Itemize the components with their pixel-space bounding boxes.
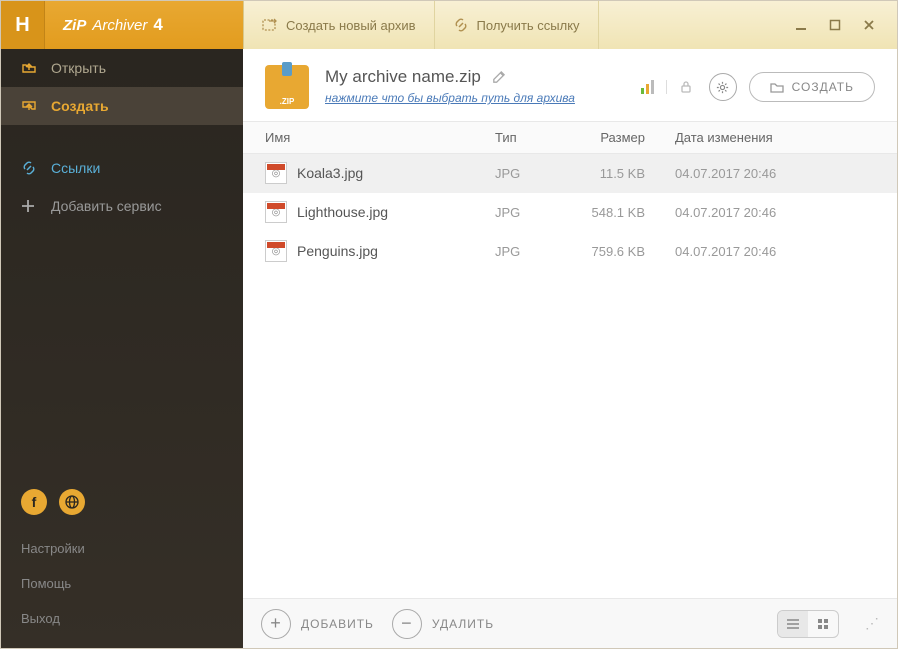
folder-icon <box>770 81 784 93</box>
logo-h-icon: H <box>1 1 45 49</box>
archive-info: My archive name.zip нажмите что бы выбра… <box>325 67 625 107</box>
file-name: Koala3.jpg <box>297 165 363 181</box>
sidebar-exit[interactable]: Выход <box>1 601 243 636</box>
link-icon <box>453 17 469 33</box>
sidebar-add-service-label: Добавить сервис <box>51 198 162 214</box>
sidebar-create-label: Создать <box>51 98 109 114</box>
sidebar-item-add-service[interactable]: Добавить сервис <box>1 187 243 225</box>
social-row: f <box>1 473 243 531</box>
bottom-toolbar: + ДОБАВИТЬ − УДАЛИТЬ ⋰ <box>243 598 897 648</box>
body: Открыть Создать Ссылки Добавить сервис f… <box>1 49 897 648</box>
add-files-button[interactable]: + ДОБАВИТЬ <box>261 609 374 639</box>
sidebar-links-label: Ссылки <box>51 160 100 176</box>
create-new-archive-button[interactable]: Создать новый архив <box>244 1 435 49</box>
file-type: JPG <box>495 166 565 181</box>
remove-label: УДАЛИТЬ <box>432 617 494 631</box>
col-header-type[interactable]: Тип <box>495 130 565 145</box>
file-row[interactable]: Penguins.jpg JPG759.6 KB04.07.2017 20:46 <box>243 232 897 271</box>
settings-gear-button[interactable] <box>709 73 737 101</box>
archive-path-link[interactable]: нажмите что бы выбрать путь для архива <box>325 91 575 105</box>
header-tools: СОЗДАТЬ <box>641 72 875 102</box>
list-view-button[interactable] <box>778 611 808 637</box>
col-header-name[interactable]: Имя <box>265 130 495 145</box>
logo-zip: ZiP <box>63 17 86 34</box>
add-label: ДОБАВИТЬ <box>301 617 374 631</box>
compression-level-icon[interactable] <box>641 80 654 94</box>
maximize-button[interactable] <box>825 15 845 35</box>
sidebar-item-links[interactable]: Ссылки <box>1 149 243 187</box>
file-list: Koala3.jpgJPG11.5 KB04.07.2017 20:46Ligh… <box>243 154 897 598</box>
plus-circle-icon: + <box>261 609 291 639</box>
web-icon[interactable] <box>59 489 85 515</box>
get-link-label: Получить ссылку <box>477 18 580 33</box>
zip-file-icon: .ZIP <box>265 65 309 109</box>
facebook-icon[interactable]: f <box>21 489 47 515</box>
file-date: 04.07.2017 20:46 <box>655 244 815 259</box>
remove-files-button[interactable]: − УДАЛИТЬ <box>392 609 494 639</box>
file-date: 04.07.2017 20:46 <box>655 205 815 220</box>
main-panel: .ZIP My archive name.zip нажмите что бы … <box>243 49 897 648</box>
close-button[interactable] <box>859 15 879 35</box>
logo-version: 4 <box>153 15 162 35</box>
new-archive-icon <box>262 17 278 33</box>
title-bar: H ZiP Archiver 4 Создать новый архив Пол… <box>1 1 897 49</box>
app-window: H ZiP Archiver 4 Создать новый архив Пол… <box>0 0 898 649</box>
file-name: Lighthouse.jpg <box>297 204 388 220</box>
create-button-label: СОЗДАТЬ <box>792 80 854 94</box>
app-title: ZiP Archiver 4 <box>45 15 163 35</box>
edit-name-icon[interactable] <box>491 70 506 85</box>
sidebar: Открыть Создать Ссылки Добавить сервис f… <box>1 49 243 648</box>
sidebar-item-open[interactable]: Открыть <box>1 49 243 87</box>
jpg-file-icon <box>265 201 287 223</box>
columns-header: Имя Тип Размер Дата изменения <box>243 121 897 154</box>
resize-grip[interactable]: ⋰ <box>857 615 879 632</box>
file-size: 11.5 KB <box>565 166 655 181</box>
sidebar-item-create[interactable]: Создать <box>1 87 243 125</box>
title-bar-logo-area: H ZiP Archiver 4 <box>1 1 243 49</box>
logo-archiver: Archiver <box>92 17 147 34</box>
file-name: Penguins.jpg <box>297 243 378 259</box>
jpg-file-icon <box>265 240 287 262</box>
file-type: JPG <box>495 244 565 259</box>
archive-name: My archive name.zip <box>325 67 481 87</box>
minimize-button[interactable] <box>791 15 811 35</box>
col-header-size[interactable]: Размер <box>565 130 655 145</box>
open-icon <box>21 60 37 76</box>
create-new-archive-label: Создать новый архив <box>286 18 416 33</box>
file-date: 04.07.2017 20:46 <box>655 166 815 181</box>
links-icon <box>21 160 37 176</box>
file-row[interactable]: Koala3.jpg JPG11.5 KB04.07.2017 20:46 <box>243 154 897 193</box>
archive-header: .ZIP My archive name.zip нажмите что бы … <box>243 49 897 121</box>
window-controls <box>791 15 897 35</box>
file-row[interactable]: Lighthouse.jpg JPG548.1 KB04.07.2017 20:4… <box>243 193 897 232</box>
file-size: 548.1 KB <box>565 205 655 220</box>
lock-icon[interactable] <box>666 80 697 94</box>
title-bar-actions: Создать новый архив Получить ссылку <box>243 1 897 49</box>
create-archive-button[interactable]: СОЗДАТЬ <box>749 72 875 102</box>
grid-view-button[interactable] <box>808 611 838 637</box>
file-size: 759.6 KB <box>565 244 655 259</box>
archive-name-row: My archive name.zip <box>325 67 625 87</box>
jpg-file-icon <box>265 162 287 184</box>
create-icon <box>21 98 37 114</box>
plus-icon <box>21 199 37 213</box>
sidebar-settings[interactable]: Настройки <box>1 531 243 566</box>
view-toggle <box>777 610 839 638</box>
col-header-date[interactable]: Дата изменения <box>655 130 815 145</box>
file-type: JPG <box>495 205 565 220</box>
sidebar-help[interactable]: Помощь <box>1 566 243 601</box>
minus-circle-icon: − <box>392 609 422 639</box>
sidebar-open-label: Открыть <box>51 60 106 76</box>
get-link-button[interactable]: Получить ссылку <box>435 1 599 49</box>
